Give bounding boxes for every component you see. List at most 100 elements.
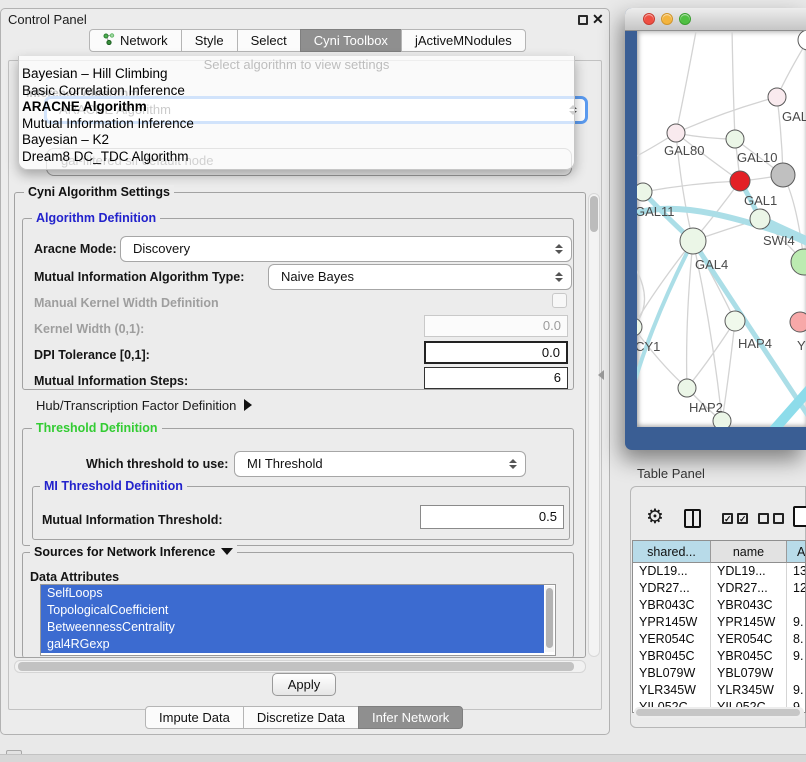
table-header-row: shared... name A <box>633 541 806 563</box>
table-row[interactable]: YIL052CYIL052C9. <box>633 699 806 707</box>
mi-steps-field[interactable]: 6 <box>424 367 568 389</box>
settings-scrollbar-thumb[interactable] <box>590 196 598 232</box>
table-row[interactable]: YDL19...YDL19...13 <box>633 563 806 580</box>
network-edge <box>722 321 735 421</box>
data-attributes-list[interactable]: SelfLoopsTopologicalCoefficientBetweenne… <box>40 584 556 656</box>
algorithm-option[interactable]: Bayesian – Hill Climbing <box>22 66 168 81</box>
network-edge <box>637 261 645 327</box>
network-node[interactable] <box>798 31 806 50</box>
aracne-mode-label: Aracne Mode: <box>34 242 117 256</box>
network-node[interactable] <box>771 163 795 187</box>
table-row[interactable]: YDR27...YDR27...12 <box>633 580 806 597</box>
table-row[interactable]: YBR045CYBR045C9. <box>633 648 806 665</box>
network-edge <box>643 181 740 192</box>
algorithm-definition-title: Algorithm Definition <box>32 211 160 225</box>
algorithm-option[interactable]: Basic Correlation Inference <box>22 83 185 98</box>
network-canvas[interactable]: GALGAL80GAL10GAL1GAL11SWI4GAL4HAP4YGCY1H… <box>637 31 806 427</box>
network-node[interactable] <box>750 209 770 229</box>
column-header-name[interactable]: name <box>711 541 787 563</box>
table-panel-title: Table Panel <box>637 466 705 481</box>
close-traffic-light[interactable] <box>643 13 655 25</box>
document-icon[interactable] <box>793 506 806 527</box>
aracne-mode-combobox[interactable]: Discovery <box>120 236 572 262</box>
tab-label: jActiveMNodules <box>415 30 512 51</box>
network-node[interactable] <box>768 88 786 106</box>
apply-button[interactable]: Apply <box>272 673 336 696</box>
list-scrollbar-thumb[interactable] <box>546 588 553 648</box>
network-node[interactable] <box>791 249 806 275</box>
settings-hscrollbar-thumb[interactable] <box>18 662 574 671</box>
float-window-icon[interactable] <box>578 15 588 25</box>
network-node[interactable] <box>726 130 744 148</box>
kernel-width-field[interactable]: 0.0 <box>424 315 568 337</box>
split-column-icon[interactable] <box>684 509 701 528</box>
manual-kernel-checkbox[interactable] <box>552 293 567 308</box>
splitter-handle[interactable] <box>598 370 604 380</box>
network-node[interactable] <box>790 312 806 332</box>
mi-threshold-definition-title: MI Threshold Definition <box>40 479 187 493</box>
which-threshold-combobox[interactable]: MI Threshold <box>234 451 526 477</box>
network-node[interactable] <box>730 171 750 191</box>
checked-columns-icon[interactable]: ✓ <box>722 513 733 524</box>
attribute-list-item[interactable]: SelfLoops <box>41 585 544 602</box>
settings-scrollbar-track[interactable] <box>588 193 600 657</box>
algorithm-option[interactable]: Bayesian – K2 <box>22 132 109 147</box>
network-node[interactable] <box>680 228 706 254</box>
table-cell <box>787 665 806 682</box>
network-node[interactable] <box>713 412 731 427</box>
network-node[interactable] <box>725 311 745 331</box>
tab-impute-data[interactable]: Impute Data <box>145 706 244 729</box>
unchecked-columns-icon[interactable] <box>758 513 769 524</box>
table-cell: YBL079W <box>633 665 711 682</box>
sources-group-title[interactable]: Sources for Network Inference <box>30 545 237 559</box>
tab-discretize-data[interactable]: Discretize Data <box>243 706 359 729</box>
checked-columns-icon[interactable]: ✓ <box>737 513 748 524</box>
tab-infer-network[interactable]: Infer Network <box>358 706 463 729</box>
algorithm-option[interactable]: ARACNE Algorithm <box>22 99 147 114</box>
algorithm-option[interactable]: Dream8 DC_TDC Algorithm <box>22 149 189 164</box>
attribute-list-item[interactable]: TopologicalCoefficient <box>41 602 544 619</box>
attribute-list-item[interactable]: BetweennessCentrality <box>41 619 544 636</box>
tab-select[interactable]: Select <box>237 29 301 52</box>
network-edge-highlighted <box>637 241 693 403</box>
tab-style[interactable]: Style <box>181 29 238 52</box>
tab-jactivemnodules[interactable]: jActiveMNodules <box>401 29 526 52</box>
gear-icon[interactable]: ⚙ <box>646 506 664 528</box>
table-row[interactable]: YLR345WYLR345W9. <box>633 682 806 699</box>
network-node[interactable] <box>678 379 696 397</box>
node-label: GCY1 <box>637 339 660 354</box>
hub-definition-expander[interactable]: Hub/Transcription Factor Definition <box>36 398 252 413</box>
list-scrollbar-track[interactable] <box>545 586 554 652</box>
dpi-tolerance-field[interactable]: 0.0 <box>424 341 568 364</box>
close-icon[interactable]: ✕ <box>592 11 604 28</box>
hub-definition-label: Hub/Transcription Factor Definition <box>36 398 236 413</box>
network-node[interactable] <box>667 124 685 142</box>
mi-type-combobox[interactable]: Naive Bayes <box>268 264 572 290</box>
node-label: GAL4 <box>695 257 728 272</box>
which-threshold-label: Which threshold to use: <box>86 457 228 471</box>
table-cell: YLR345W <box>633 682 711 699</box>
tab-cyni-toolbox[interactable]: Cyni Toolbox <box>300 29 402 52</box>
aracne-mode-value: Discovery <box>133 241 190 256</box>
table-row[interactable]: YER054CYER054C8. <box>633 631 806 648</box>
node-label: GAL80 <box>664 143 704 158</box>
tab-network[interactable]: Network <box>89 29 182 52</box>
algorithm-option[interactable]: Mutual Information Inference <box>22 116 194 131</box>
screen: Control Panel ✕ Network Style Select Cyn… <box>0 0 806 762</box>
unchecked-columns-icon[interactable] <box>773 513 784 524</box>
mi-threshold-field[interactable]: 0.5 <box>420 505 564 529</box>
table-cell: YBR045C <box>633 648 711 665</box>
column-header-partial[interactable]: A <box>787 541 806 563</box>
table-row[interactable]: YBL079WYBL079W <box>633 665 806 682</box>
table-cell: 13 <box>787 563 806 580</box>
tab-label: Cyni Toolbox <box>314 30 388 51</box>
zoom-traffic-light[interactable] <box>679 13 691 25</box>
table-hscrollbar-thumb[interactable] <box>636 709 800 716</box>
network-node[interactable] <box>637 318 642 336</box>
column-header-shared-name[interactable]: shared... <box>633 541 711 563</box>
minimize-traffic-light[interactable] <box>661 13 673 25</box>
table-row[interactable]: YBR043CYBR043C <box>633 597 806 614</box>
attribute-list-item[interactable]: gal4RGexp <box>41 636 544 653</box>
network-node[interactable] <box>637 183 652 201</box>
table-row[interactable]: YPR145WYPR145W9. <box>633 614 806 631</box>
